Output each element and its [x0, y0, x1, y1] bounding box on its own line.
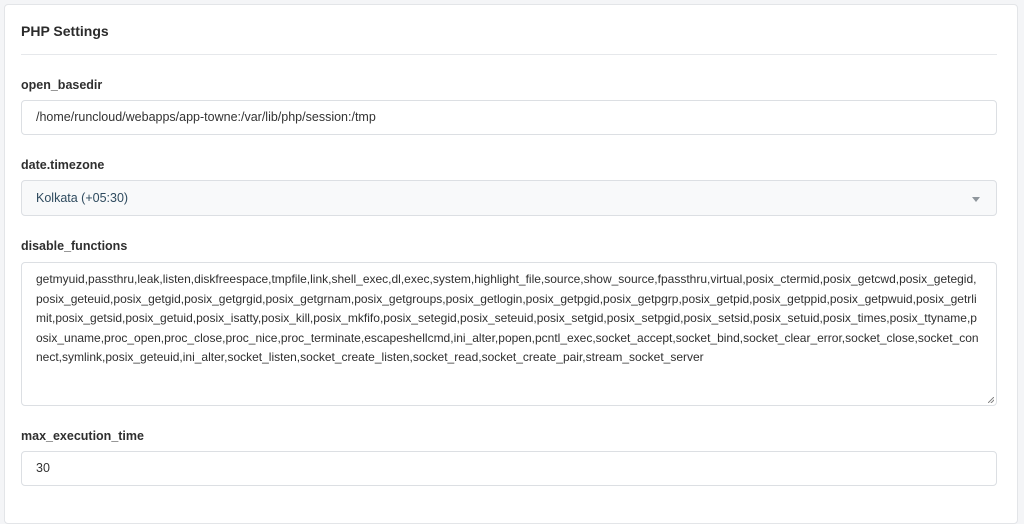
date-timezone-selected: Kolkata (+05:30): [36, 191, 129, 205]
date-timezone-label: date.timezone: [21, 158, 105, 172]
disable-functions-textarea[interactable]: getmyuid,passthru,leak,listen,diskfreesp…: [21, 262, 997, 406]
open-basedir-input[interactable]: /home/runcloud/webapps/app-towne:/var/li…: [21, 100, 997, 135]
max-execution-time-label: max_execution_time: [21, 429, 144, 443]
disable-functions-value: getmyuid,passthru,leak,listen,diskfreesp…: [36, 272, 979, 364]
max-execution-time-input[interactable]: 30: [21, 451, 997, 486]
date-timezone-select[interactable]: Kolkata (+05:30): [21, 180, 997, 216]
resize-handle-icon[interactable]: [988, 397, 994, 403]
open-basedir-label: open_basedir: [21, 78, 103, 92]
divider: [21, 54, 997, 55]
card-title: PHP Settings: [21, 23, 109, 39]
disable-functions-label: disable_functions: [21, 239, 128, 253]
caret-down-icon: [972, 197, 980, 202]
php-settings-card: PHP Settings open_basedir /home/runcloud…: [4, 4, 1018, 524]
